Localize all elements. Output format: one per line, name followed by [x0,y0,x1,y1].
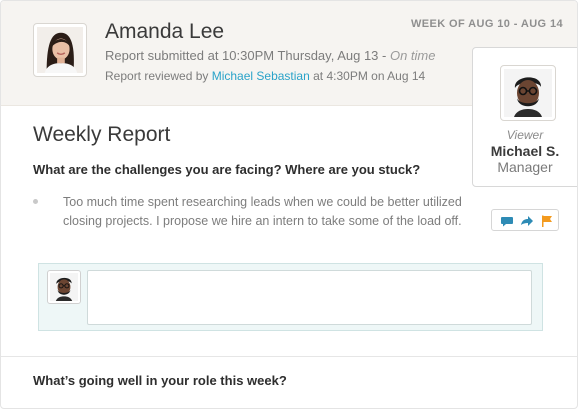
week-range: WEEK OF AUG 10 - AUG 14 [410,18,563,30]
question-going-well: What’s going well in your role this week… [33,373,287,388]
comment-icon[interactable] [500,214,514,228]
reviewer-link[interactable]: Michael Sebastian [212,69,310,83]
viewer-avatar[interactable] [500,65,556,121]
answer-challenges: Too much time spent researching leads wh… [63,195,462,228]
section-divider [1,356,577,357]
man-portrait-icon [50,273,78,301]
report-title: Weekly Report [33,123,171,146]
man-portrait-icon [504,69,552,117]
answer-actions [491,209,559,231]
woman-portrait-icon [37,27,83,73]
review-info: Report reviewed by Michael Sebastian at … [105,69,425,83]
review-prefix: Report reviewed by [105,69,212,83]
answer-bullet [33,199,38,204]
flag-icon[interactable] [540,214,554,228]
viewer-card: Viewer Michael S. Manager [472,47,577,187]
share-icon[interactable] [520,214,534,228]
viewer-name: Michael S. [490,143,560,159]
commenter-avatar [47,270,81,304]
comment-input[interactable] [87,270,532,325]
viewer-role: Viewer [506,128,544,142]
author-name: Amanda Lee [105,20,225,43]
review-time: at 4:30PM on Aug 14 [309,69,426,83]
question-challenges: What are the challenges you are facing? … [33,162,421,177]
author-avatar[interactable] [33,23,87,77]
submission-time: Report submitted at 10:30PM Thursday, Au… [105,48,390,63]
submission-info: Report submitted at 10:30PM Thursday, Au… [105,48,435,63]
submission-status: On time [389,48,436,63]
weekly-report-card: Amanda Lee Report submitted at 10:30PM T… [0,0,578,409]
viewer-title: Manager [497,159,553,175]
comment-composer [38,263,543,331]
